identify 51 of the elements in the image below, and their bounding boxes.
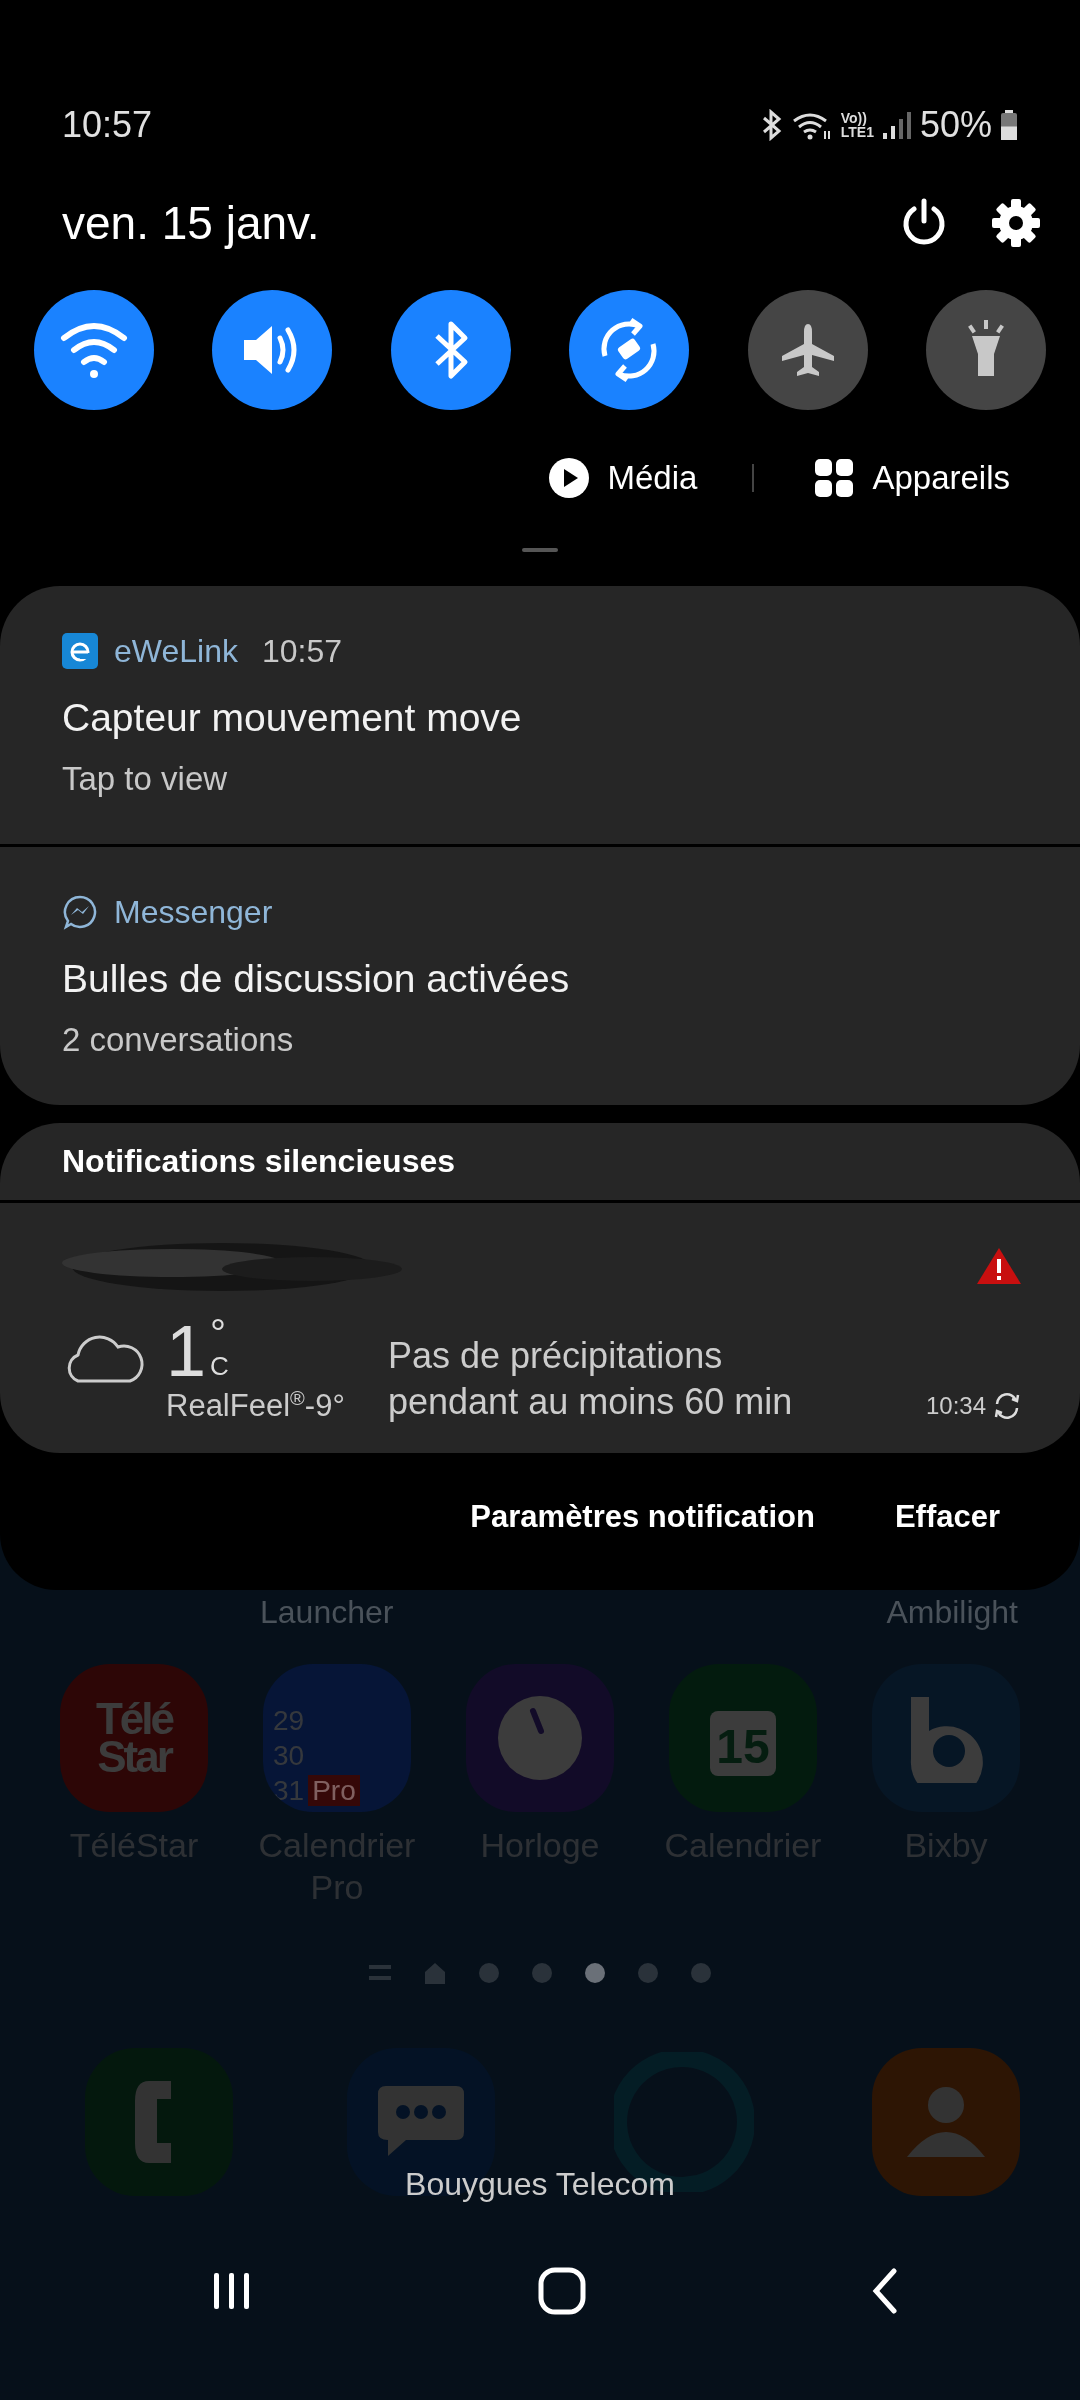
degree-sign: ° [210,1315,228,1352]
play-icon [547,457,590,499]
bluetooth-icon [760,109,783,141]
page-indicator-dot[interactable] [638,1963,658,1983]
chat-bubble-icon [62,894,98,930]
notification-title: Bulles de discussion activées [62,956,571,1001]
action-button[interactable]: Effacer [854,1487,1040,1547]
app-label: Launcher [260,1594,394,1632]
speaker-icon [244,326,297,374]
lte-label: LTE1 [840,125,874,139]
app-label: Ambilight [886,1594,1018,1632]
notification-text: 2 conversations [62,1020,295,1059]
notification-title: Capteur mouvement move [62,695,523,740]
media-button[interactable]: Média [547,457,698,499]
page-indicator-dot[interactable] [532,1963,552,1983]
realfeel-text: RealFeel$^{®}$-9° [166,1387,346,1425]
grid-icon [814,458,855,498]
notification-time: 10:57 [261,632,342,670]
warning-icon [976,1246,1022,1287]
page-indicator-dot[interactable] [479,1963,499,1983]
clock-time: 10:57 [62,104,153,146]
icon-text: Pro [308,1775,360,1806]
forecast-text: Pas de précipitations pendant au moins 60 min [388,1333,794,1424]
wifi-icon [61,323,127,378]
devices-button[interactable]: Appareils [814,458,1010,498]
temperature: 1 [166,1315,207,1388]
battery-percent: 50% [919,104,992,146]
rotate-icon [601,317,657,383]
action-button[interactable]: Paramètres notification [430,1487,855,1547]
volte-label: Vo)) [840,111,868,125]
carrier-name: Bouygues Telecom [405,2166,675,2203]
app-name: eWeLink [114,632,238,670]
bluetooth-icon [435,321,468,379]
date-text: ven. 15 janv. [62,196,320,250]
settings-icon[interactable] [990,197,1042,249]
home-button[interactable] [538,2267,586,2318]
page-indicator-dot[interactable] [585,1963,605,1983]
refresh-icon[interactable] [992,1390,1022,1421]
update-time: 10:34 [925,1391,986,1420]
notification-card[interactable]: Messenger Bulles de discussion activées 2 conversations [0,847,1080,1105]
airplane-icon [781,324,834,376]
page-indicator-dot[interactable] [691,1963,711,1983]
signal-icon [881,109,912,141]
app-icon [62,633,98,669]
notification-card[interactable]: eWeLink 10:57 Capteur mouvement move Tap to view [0,586,1080,844]
temperature-unit: C [210,1351,229,1383]
battery-icon [1000,109,1018,141]
notification-text: Tap to view [62,759,229,798]
flashlight-icon [968,320,1004,376]
app-name: Messenger [114,893,273,931]
section-title: Notifications silencieuses [62,1143,455,1180]
